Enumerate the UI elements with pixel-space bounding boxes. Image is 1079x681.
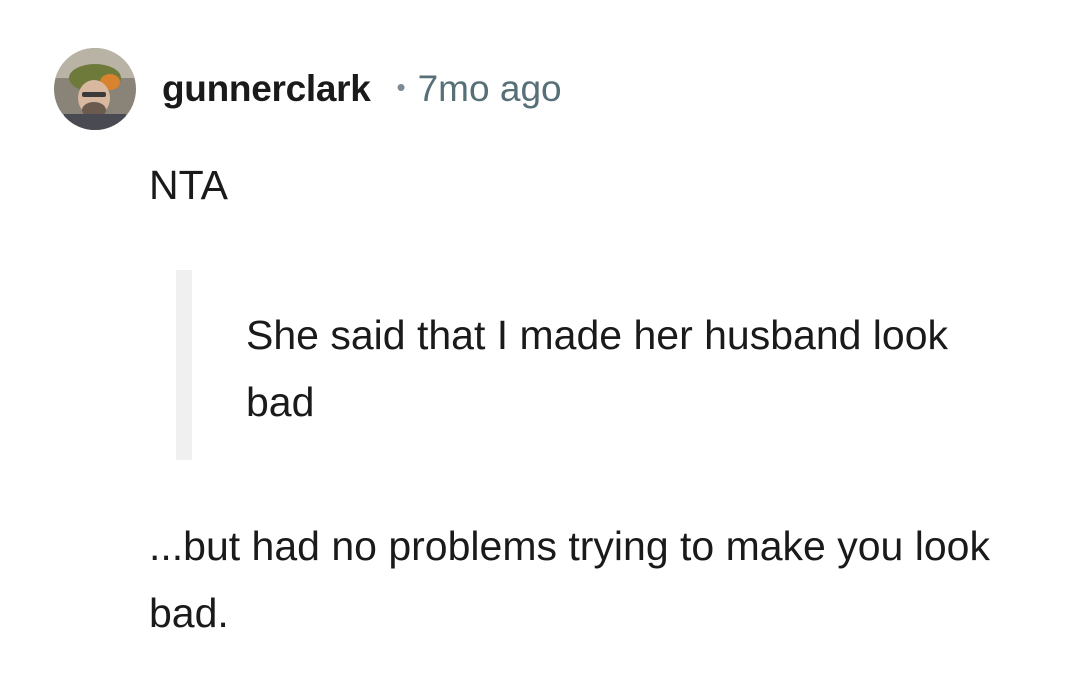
avatar-photo-icon xyxy=(54,48,136,130)
comment-timestamp[interactable]: 7mo ago xyxy=(418,68,562,110)
comment-verdict: NTA xyxy=(149,162,228,208)
meta-separator: • xyxy=(396,71,406,102)
blockquote-bar xyxy=(176,270,192,460)
blockquote: She said that I made her husband look ba… xyxy=(176,270,976,460)
comment-header: gunnerclark • 7mo ago xyxy=(54,48,562,130)
blockquote-text: She said that I made her husband look ba… xyxy=(246,312,949,425)
user-avatar[interactable] xyxy=(54,48,136,130)
comment-body: ...but had no problems trying to make yo… xyxy=(149,523,990,636)
comment: gunnerclark • 7mo ago NTA She said that … xyxy=(0,0,1079,681)
username-link[interactable]: gunnerclark xyxy=(162,68,371,110)
